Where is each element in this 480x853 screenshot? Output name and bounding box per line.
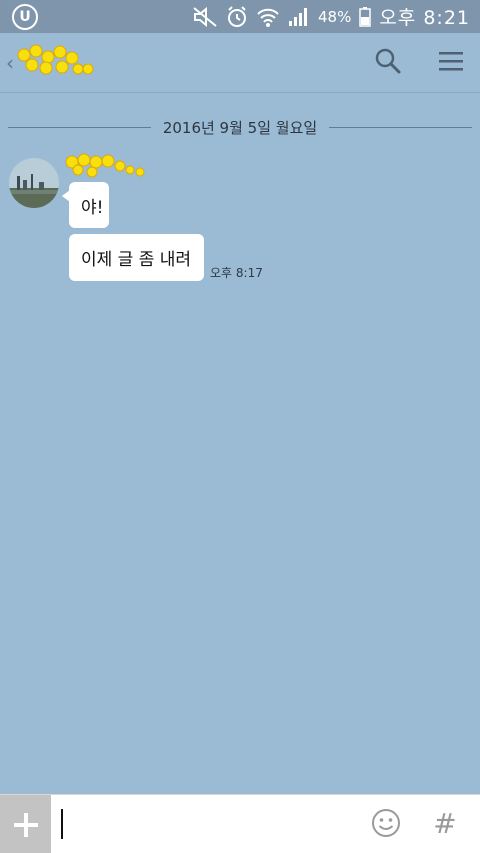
- message-text: 이제 글 좀 내려: [81, 250, 192, 270]
- status-time: 오후 8:21: [379, 7, 470, 29]
- menu-icon[interactable]: [438, 50, 464, 76]
- attach-plus-button[interactable]: [0, 795, 51, 853]
- bubble-tail: [62, 190, 70, 202]
- battery-percent: 48%: [317, 7, 352, 26]
- divider-line: [8, 126, 151, 128]
- signal-icon: [288, 7, 310, 27]
- message-text: 야!: [81, 197, 104, 218]
- chat-header: ‹: [0, 33, 480, 93]
- sender-name-decoration: [64, 152, 146, 180]
- divider-line: [329, 126, 472, 128]
- emoticon-button[interactable]: [368, 805, 404, 841]
- plus-icon: [13, 812, 38, 837]
- hash-label: #: [433, 806, 457, 840]
- alarm-icon: [226, 5, 248, 28]
- date-divider: 2016년 9월 5일 월요일: [8, 115, 472, 139]
- carrier-label: U: [19, 9, 31, 25]
- smiley-icon: [372, 809, 400, 837]
- message-input[interactable]: [55, 795, 355, 853]
- message-timestamp: 오후 8:17: [210, 266, 263, 280]
- date-label: 2016년 9월 5일 월요일: [162, 118, 318, 137]
- input-bar: #: [0, 794, 480, 853]
- avatar[interactable]: [9, 158, 59, 208]
- carrier-logo-icon: U: [12, 4, 38, 30]
- text-caret: [61, 809, 63, 839]
- status-icons: 48% 오후 8:21: [192, 0, 470, 33]
- wifi-icon: [256, 6, 280, 28]
- search-icon[interactable]: [374, 47, 402, 79]
- hash-search-button[interactable]: #: [427, 805, 463, 841]
- room-title-decoration[interactable]: [16, 43, 94, 77]
- message-bubble[interactable]: 이제 글 좀 내려: [69, 234, 204, 281]
- status-bar: U 48% 오후 8:21: [0, 0, 480, 33]
- back-chevron-icon[interactable]: ‹: [6, 51, 14, 75]
- message-bubble[interactable]: 야!: [62, 182, 109, 228]
- battery-icon: [359, 6, 372, 27]
- header-actions: [374, 33, 464, 93]
- mute-icon: [192, 6, 218, 28]
